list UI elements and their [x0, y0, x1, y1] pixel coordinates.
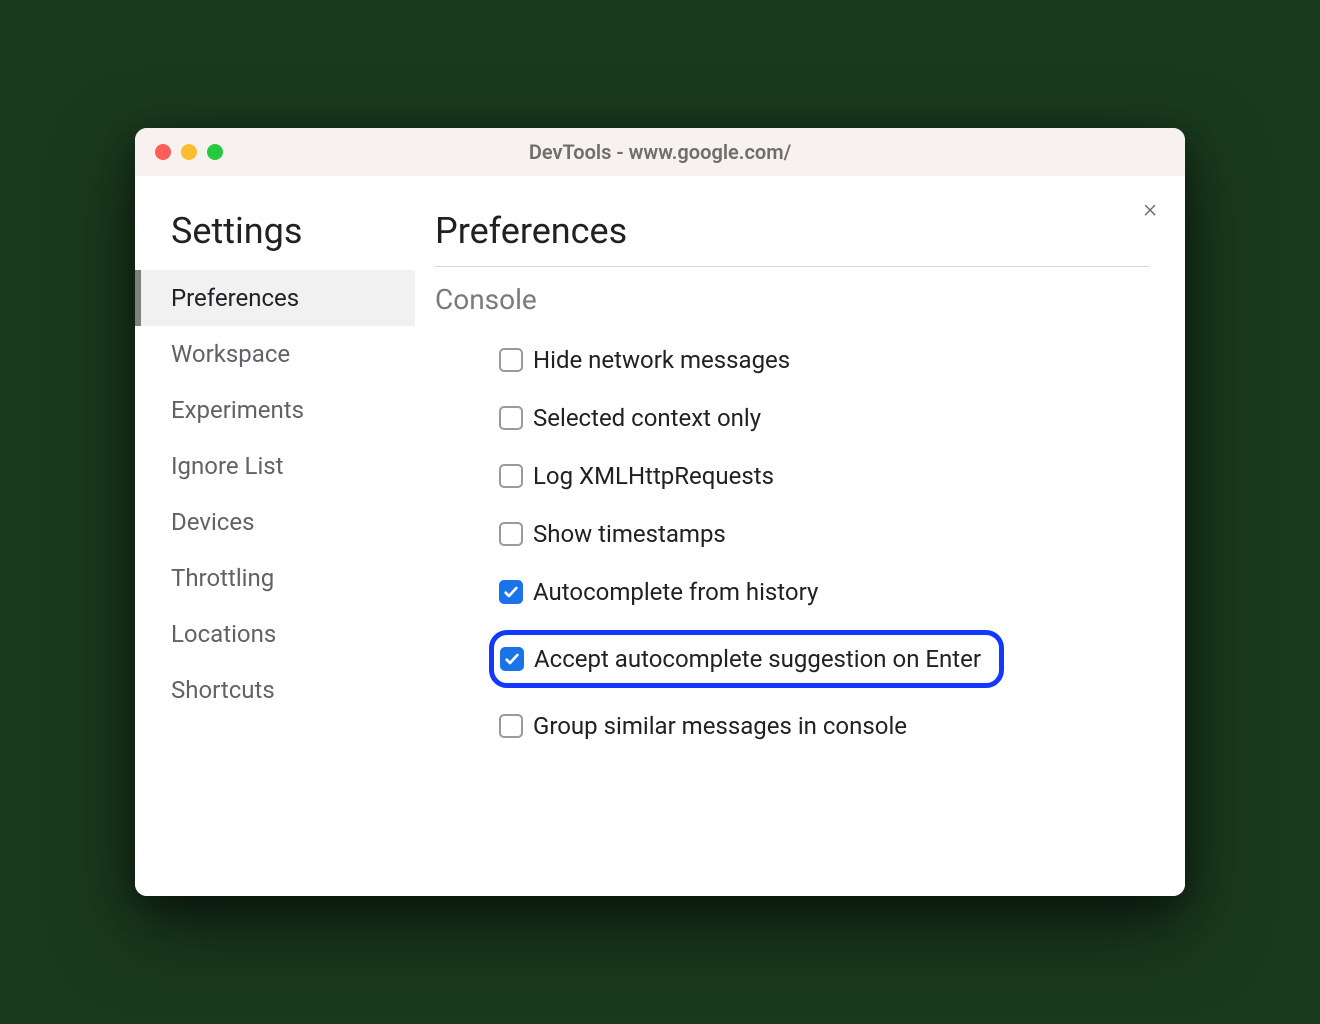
option-accept-autocomplete-suggestion-on-enter[interactable]: Accept autocomplete suggestion on Enter	[489, 630, 1004, 688]
option-group-similar-messages-in-console[interactable]: Group similar messages in console	[489, 706, 917, 746]
option-label: Accept autocomplete suggestion on Enter	[534, 645, 981, 673]
sidebar-item-ignore-list[interactable]: Ignore List	[135, 438, 415, 494]
sidebar-item-label: Throttling	[171, 564, 274, 592]
main-panel: Preferences Console Hide network message…	[415, 176, 1185, 896]
sidebar-item-label: Workspace	[171, 340, 290, 368]
sidebar-item-locations[interactable]: Locations	[135, 606, 415, 662]
options-list: Hide network messages Selected context on…	[435, 340, 1149, 746]
sidebar: Settings Preferences Workspace Experiments…	[135, 176, 415, 896]
checkbox[interactable]	[499, 580, 523, 604]
checkbox[interactable]	[499, 406, 523, 430]
option-hide-network-messages[interactable]: Hide network messages	[489, 340, 800, 380]
option-label: Selected context only	[533, 404, 761, 432]
sidebar-item-preferences[interactable]: Preferences	[135, 270, 415, 326]
option-selected-context-only[interactable]: Selected context only	[489, 398, 771, 438]
window-minimize-icon[interactable]	[181, 144, 197, 160]
sidebar-item-label: Locations	[171, 620, 276, 648]
checkbox[interactable]	[500, 647, 524, 671]
checkbox[interactable]	[499, 522, 523, 546]
sidebar-item-label: Experiments	[171, 396, 304, 424]
titlebar: DevTools - www.google.com/	[135, 128, 1185, 176]
option-label: Hide network messages	[533, 346, 790, 374]
option-label: Show timestamps	[533, 520, 726, 548]
sidebar-item-throttling[interactable]: Throttling	[135, 550, 415, 606]
sidebar-item-label: Ignore List	[171, 452, 284, 480]
sidebar-item-devices[interactable]: Devices	[135, 494, 415, 550]
option-label: Group similar messages in console	[533, 712, 907, 740]
close-icon[interactable]: ×	[1143, 196, 1157, 222]
option-log-xmlhttprequests[interactable]: Log XMLHttpRequests	[489, 456, 784, 496]
option-show-timestamps[interactable]: Show timestamps	[489, 514, 736, 554]
sidebar-title: Settings	[135, 210, 415, 270]
sidebar-item-label: Shortcuts	[171, 676, 275, 704]
option-label: Log XMLHttpRequests	[533, 462, 774, 490]
page-title: Preferences	[435, 210, 1149, 267]
checkbox[interactable]	[499, 714, 523, 738]
section-title: Console	[435, 283, 1149, 316]
sidebar-item-label: Preferences	[171, 284, 299, 312]
option-autocomplete-from-history[interactable]: Autocomplete from history	[489, 572, 828, 612]
option-label: Autocomplete from history	[533, 578, 818, 606]
sidebar-item-experiments[interactable]: Experiments	[135, 382, 415, 438]
sidebar-item-shortcuts[interactable]: Shortcuts	[135, 662, 415, 718]
window-close-icon[interactable]	[155, 144, 171, 160]
settings-content: × Settings Preferences Workspace Experimen…	[135, 176, 1185, 896]
devtools-window: DevTools - www.google.com/ × Settings Pr…	[135, 128, 1185, 896]
sidebar-item-label: Devices	[171, 508, 254, 536]
window-maximize-icon[interactable]	[207, 144, 223, 160]
traffic-lights	[135, 144, 223, 160]
checkbox[interactable]	[499, 464, 523, 488]
window-title: DevTools - www.google.com/	[135, 140, 1185, 164]
checkbox[interactable]	[499, 348, 523, 372]
sidebar-item-workspace[interactable]: Workspace	[135, 326, 415, 382]
